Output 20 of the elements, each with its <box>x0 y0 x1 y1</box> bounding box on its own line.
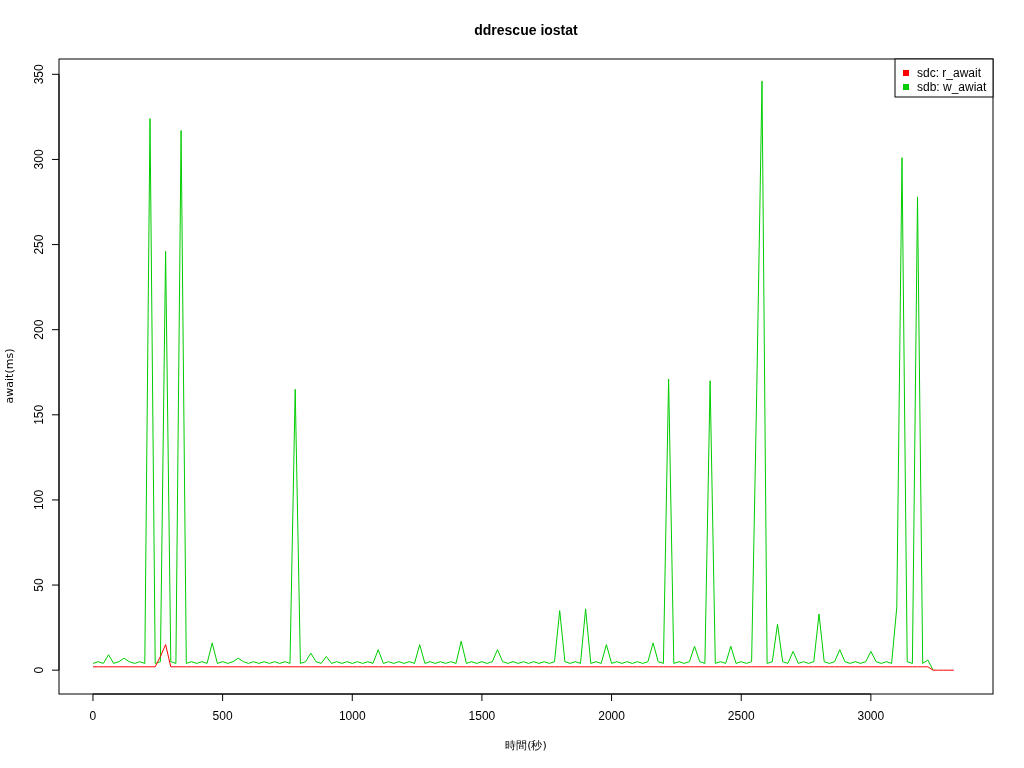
tick-label: 250 <box>32 234 46 255</box>
tick-label: 300 <box>32 149 46 170</box>
tick-label: 100 <box>32 489 46 510</box>
axis-label: 時間(秒) <box>505 739 547 752</box>
tick-label: 1500 <box>468 709 496 723</box>
axis-label: await(ms) <box>3 348 16 404</box>
tick-label: 350 <box>32 64 46 85</box>
legend-label: sdc: r_await <box>917 66 982 80</box>
tick-label: 50 <box>32 578 46 592</box>
tick-label: 0 <box>89 709 97 723</box>
chart-title: ddrescue iostat <box>474 22 578 38</box>
tick-label: 200 <box>32 319 46 340</box>
tick-label: 2500 <box>727 709 755 723</box>
tick-label: 2000 <box>598 709 625 723</box>
tick-label: 1000 <box>338 709 366 723</box>
tick-label: 150 <box>32 404 46 425</box>
tick-label: 0 <box>32 666 46 674</box>
tick-label: 500 <box>212 709 233 723</box>
legend-label: sdb: w_awiat <box>917 80 987 94</box>
tick-label: 3000 <box>857 709 885 723</box>
